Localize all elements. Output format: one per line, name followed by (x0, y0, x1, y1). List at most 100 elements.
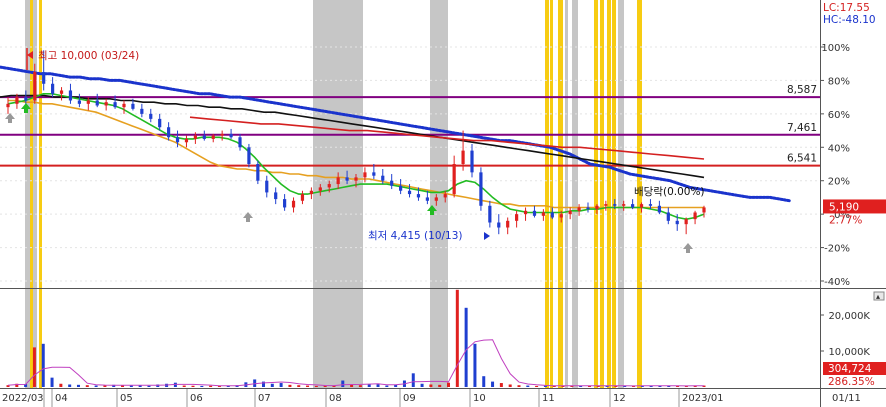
candle-body[interactable] (131, 103, 135, 109)
volume-bar[interactable] (270, 383, 274, 387)
volume-pane[interactable] (0, 290, 820, 388)
candle-body[interactable] (372, 172, 376, 176)
candle-body[interactable] (229, 133, 233, 138)
volume-bar[interactable] (385, 385, 389, 387)
volume-bar[interactable] (297, 385, 301, 387)
candle-body[interactable] (541, 212, 545, 216)
volume-bar[interactable] (191, 385, 195, 387)
volume-bar[interactable] (535, 385, 539, 387)
volume-bar[interactable] (367, 384, 371, 387)
candle-body[interactable] (657, 205, 661, 213)
candle-body[interactable] (77, 100, 81, 104)
volume-bar[interactable] (200, 385, 204, 387)
candle-body[interactable] (220, 133, 224, 136)
candle-body[interactable] (327, 184, 331, 188)
candle-body[interactable] (559, 214, 563, 218)
candle-body[interactable] (488, 205, 492, 223)
volume-bar[interactable] (41, 343, 45, 387)
candle-body[interactable] (122, 103, 126, 108)
candle-body[interactable] (568, 210, 572, 215)
candle-body[interactable] (693, 212, 697, 220)
volume-bar[interactable] (420, 383, 424, 387)
candle-body[interactable] (309, 190, 313, 195)
volume-bar[interactable] (526, 385, 530, 387)
candle-body[interactable] (639, 204, 644, 208)
candle-body[interactable] (595, 205, 599, 210)
candle-body[interactable] (684, 219, 688, 225)
candle-body[interactable] (300, 194, 305, 201)
candle-body[interactable] (399, 185, 403, 191)
candle-body[interactable] (211, 135, 215, 139)
candle-body[interactable] (256, 164, 260, 181)
volume-bar[interactable] (491, 381, 495, 387)
candle-body[interactable] (33, 72, 37, 101)
candle-body[interactable] (283, 199, 287, 208)
candle-body[interactable] (42, 72, 46, 84)
volume-bar[interactable] (376, 384, 380, 387)
candle-body[interactable] (416, 194, 421, 198)
candle-body[interactable] (443, 194, 447, 198)
candle-body[interactable] (497, 222, 501, 228)
volume-bar[interactable] (306, 385, 310, 387)
volume-bar[interactable] (455, 289, 459, 387)
candle-body[interactable] (95, 100, 99, 106)
candle-body[interactable] (434, 197, 438, 201)
volume-bar[interactable] (288, 384, 292, 387)
volume-bar[interactable] (473, 343, 477, 387)
candle-body[interactable] (586, 207, 590, 210)
candle-body[interactable] (24, 97, 28, 101)
candle-body[interactable] (6, 103, 10, 108)
candle-body[interactable] (363, 172, 367, 178)
candle-body[interactable] (265, 180, 269, 193)
volume-bar[interactable] (411, 373, 415, 387)
candle-body[interactable] (336, 177, 340, 185)
candle-body[interactable] (506, 220, 510, 228)
volume-bar[interactable] (499, 383, 503, 387)
candle-body[interactable] (479, 172, 483, 206)
candle-body[interactable] (167, 127, 171, 138)
candle-body[interactable] (354, 177, 358, 181)
candle-body[interactable] (140, 108, 144, 114)
candle-body[interactable] (59, 90, 64, 94)
candle-body[interactable] (577, 207, 581, 211)
candle-body[interactable] (318, 187, 322, 191)
volume-bar[interactable] (50, 377, 54, 387)
volume-bar[interactable] (508, 384, 512, 387)
candle-body[interactable] (604, 204, 608, 206)
candle-body[interactable] (345, 177, 349, 181)
candle-body[interactable] (158, 118, 162, 128)
price-pane[interactable] (0, 0, 820, 288)
candle-body[interactable] (247, 147, 251, 164)
volume-bar[interactable] (94, 385, 98, 387)
candle-body[interactable] (631, 204, 635, 208)
candle-body[interactable] (86, 100, 90, 104)
candle-body[interactable] (702, 207, 706, 213)
candle-body[interactable] (274, 192, 278, 200)
volume-bar[interactable] (447, 382, 451, 387)
volume-bar[interactable] (438, 384, 442, 387)
volume-bar[interactable] (59, 383, 63, 387)
volume-bar[interactable] (32, 347, 36, 387)
volume-bar[interactable] (482, 376, 486, 387)
candle-body[interactable] (390, 180, 394, 186)
candle-body[interactable] (291, 200, 296, 208)
volume-bar[interactable] (147, 385, 151, 387)
candle-body[interactable] (15, 97, 19, 104)
candle-body[interactable] (238, 137, 242, 148)
volume-bar[interactable] (464, 307, 468, 387)
volume-bar[interactable] (103, 385, 107, 387)
candle-body[interactable] (675, 220, 679, 225)
volume-bar[interactable] (279, 383, 283, 387)
candle-body[interactable] (113, 102, 117, 108)
candle-body[interactable] (622, 204, 626, 206)
candle-body[interactable] (381, 175, 385, 181)
candle-body[interactable] (407, 190, 412, 195)
candle-body[interactable] (613, 204, 617, 206)
volume-bar[interactable] (358, 385, 362, 387)
candle-body[interactable] (550, 212, 554, 218)
volume-bar[interactable] (209, 385, 213, 387)
candle-body[interactable] (452, 164, 456, 195)
volume-bar[interactable] (517, 385, 521, 387)
candle-body[interactable] (666, 212, 670, 221)
candle-body[interactable] (202, 135, 206, 139)
